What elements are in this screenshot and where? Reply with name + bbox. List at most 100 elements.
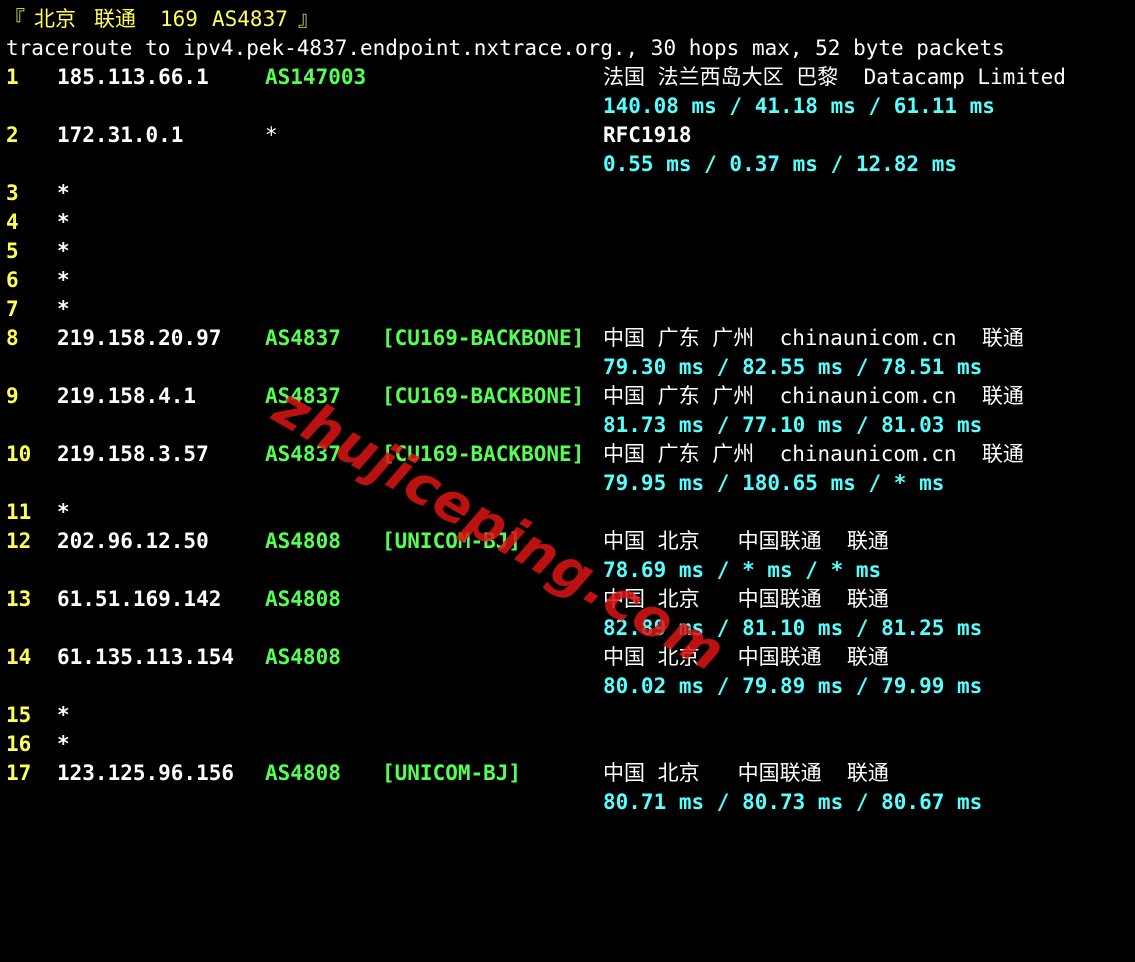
hop-tag: [CU169-BACKBONE]: [382, 384, 585, 408]
hop-asn: AS4808: [265, 587, 341, 611]
hop-ip: 172.31.0.1: [57, 123, 184, 147]
hop-row: 2 172.31.0.1 * RFC1918: [0, 121, 1135, 150]
hop-rtt: 140.08 ms / 41.18 ms / 61.11 ms: [603, 94, 995, 118]
title-city: 北京: [34, 7, 76, 31]
hop-number: 9: [6, 384, 19, 408]
hop-geo: 中国 北京 中国联通 联通: [603, 529, 889, 553]
hop-asn: AS4837: [265, 326, 341, 350]
hop-number: 7: [6, 297, 19, 321]
hop-geo: 中国 广东 广州 chinaunicom.cn 联通: [603, 326, 1024, 350]
hop-tag: [CU169-BACKBONE]: [382, 442, 585, 466]
hop-row: 4 *: [0, 208, 1135, 237]
hop-rtt-row: 79.95 ms / 180.65 ms / * ms: [0, 469, 1135, 498]
title-isp: 联通: [94, 7, 136, 31]
hop-rtt: 80.71 ms / 80.73 ms / 80.67 ms: [603, 790, 983, 814]
hop-row: 9 219.158.4.1 AS4837 [CU169-BACKBONE] 中国…: [0, 382, 1135, 411]
hop-number: 10: [6, 442, 32, 466]
hop-geo: 中国 广东 广州 chinaunicom.cn 联通: [603, 384, 1024, 408]
hop-rtt: 78.69 ms / * ms / * ms: [603, 558, 882, 582]
hop-tag: [UNICOM-BJ]: [382, 761, 522, 785]
hop-rtt-row: 82.89 ms / 81.10 ms / 81.25 ms: [0, 614, 1135, 643]
title-asn: AS4837: [212, 7, 288, 31]
hop-row: 11 *: [0, 498, 1135, 527]
hop-number: 3: [6, 181, 19, 205]
hop-timeout: *: [57, 268, 70, 292]
hop-ip: 123.125.96.156: [57, 761, 235, 785]
hop-number: 15: [6, 703, 32, 727]
title-bracket-open: 『: [4, 7, 25, 31]
hop-rtt: 80.02 ms / 79.89 ms / 79.99 ms: [603, 674, 983, 698]
hop-geo: RFC1918: [603, 123, 692, 147]
title-code: 169: [160, 7, 198, 31]
hop-row: 1 185.113.66.1 AS147003 法国 法兰西岛大区 巴黎 Dat…: [0, 63, 1135, 92]
hop-rtt-row: 80.71 ms / 80.73 ms / 80.67 ms: [0, 788, 1135, 817]
hop-asn: AS4837: [265, 442, 341, 466]
command-text: traceroute to ipv4.pek-4837.endpoint.nxt…: [6, 36, 1005, 60]
hop-geo: 中国 北京 中国联通 联通: [603, 761, 889, 785]
hop-number: 16: [6, 732, 32, 756]
hop-tag: [CU169-BACKBONE]: [382, 326, 585, 350]
hop-number: 13: [6, 587, 32, 611]
hop-rtt: 82.89 ms / 81.10 ms / 81.25 ms: [603, 616, 983, 640]
hop-rtt-row: 140.08 ms / 41.18 ms / 61.11 ms: [0, 92, 1135, 121]
hop-rtt: 79.95 ms / 180.65 ms / * ms: [603, 471, 945, 495]
hop-geo: 中国 北京 中国联通 联通: [603, 645, 889, 669]
terminal-output: 『 北京 联通 169 AS4837 』 traceroute to ipv4.…: [0, 5, 1135, 817]
hop-row: 13 61.51.169.142 AS4808 中国 北京 中国联通 联通: [0, 585, 1135, 614]
hop-timeout: *: [57, 210, 70, 234]
hop-row: 7 *: [0, 295, 1135, 324]
hop-number: 12: [6, 529, 32, 553]
hop-ip: 61.135.113.154: [57, 645, 235, 669]
hop-asn: *: [265, 123, 278, 147]
hop-number: 2: [6, 123, 19, 147]
hop-timeout: *: [57, 181, 70, 205]
hop-asn: AS4808: [265, 645, 341, 669]
hop-row: 14 61.135.113.154 AS4808 中国 北京 中国联通 联通: [0, 643, 1135, 672]
hop-timeout: *: [57, 703, 70, 727]
hop-rtt-row: 81.73 ms / 77.10 ms / 81.03 ms: [0, 411, 1135, 440]
hop-asn: AS147003: [265, 65, 367, 89]
hop-geo: 中国 广东 广州 chinaunicom.cn 联通: [603, 442, 1024, 466]
hop-number: 17: [6, 761, 32, 785]
command-line: traceroute to ipv4.pek-4837.endpoint.nxt…: [0, 34, 1135, 63]
hop-row: 6 *: [0, 266, 1135, 295]
hop-rtt: 0.55 ms / 0.37 ms / 12.82 ms: [603, 152, 958, 176]
hop-number: 14: [6, 645, 32, 669]
hop-rtt-row: 0.55 ms / 0.37 ms / 12.82 ms: [0, 150, 1135, 179]
hop-timeout: *: [57, 239, 70, 263]
hop-geo: 法国 法兰西岛大区 巴黎 Datacamp Limited: [603, 65, 1066, 89]
hop-row: 16 *: [0, 730, 1135, 759]
hop-rtt-row: 80.02 ms / 79.89 ms / 79.99 ms: [0, 672, 1135, 701]
hop-rtt-row: 79.30 ms / 82.55 ms / 78.51 ms: [0, 353, 1135, 382]
hop-row: 8 219.158.20.97 AS4837 [CU169-BACKBONE] …: [0, 324, 1135, 353]
hop-ip: 61.51.169.142: [57, 587, 222, 611]
hop-row: 10 219.158.3.57 AS4837 [CU169-BACKBONE] …: [0, 440, 1135, 469]
hop-ip: 219.158.3.57: [57, 442, 209, 466]
hop-number: 1: [6, 65, 19, 89]
hop-tag: [UNICOM-BJ]: [382, 529, 522, 553]
hop-row: 17 123.125.96.156 AS4808 [UNICOM-BJ] 中国 …: [0, 759, 1135, 788]
hop-row: 12 202.96.12.50 AS4808 [UNICOM-BJ] 中国 北京…: [0, 527, 1135, 556]
hop-row: 15 *: [0, 701, 1135, 730]
hop-ip: 202.96.12.50: [57, 529, 209, 553]
hop-number: 4: [6, 210, 19, 234]
hop-ip: 219.158.20.97: [57, 326, 222, 350]
hop-timeout: *: [57, 297, 70, 321]
hop-number: 5: [6, 239, 19, 263]
hop-asn: AS4808: [265, 761, 341, 785]
hop-rtt-row: 78.69 ms / * ms / * ms: [0, 556, 1135, 585]
hop-row: 3 *: [0, 179, 1135, 208]
hop-geo: 中国 北京 中国联通 联通: [603, 587, 889, 611]
hop-timeout: *: [57, 732, 70, 756]
trace-title: 『 北京 联通 169 AS4837 』: [0, 5, 1135, 34]
hop-asn: AS4837: [265, 384, 341, 408]
hop-number: 6: [6, 268, 19, 292]
hop-ip: 185.113.66.1: [57, 65, 209, 89]
hop-ip: 219.158.4.1: [57, 384, 197, 408]
hop-number: 8: [6, 326, 19, 350]
hop-row: 5 *: [0, 237, 1135, 266]
hop-timeout: *: [57, 500, 70, 524]
title-bracket-close: 』: [298, 7, 319, 31]
hop-rtt: 81.73 ms / 77.10 ms / 81.03 ms: [603, 413, 983, 437]
hop-number: 11: [6, 500, 32, 524]
